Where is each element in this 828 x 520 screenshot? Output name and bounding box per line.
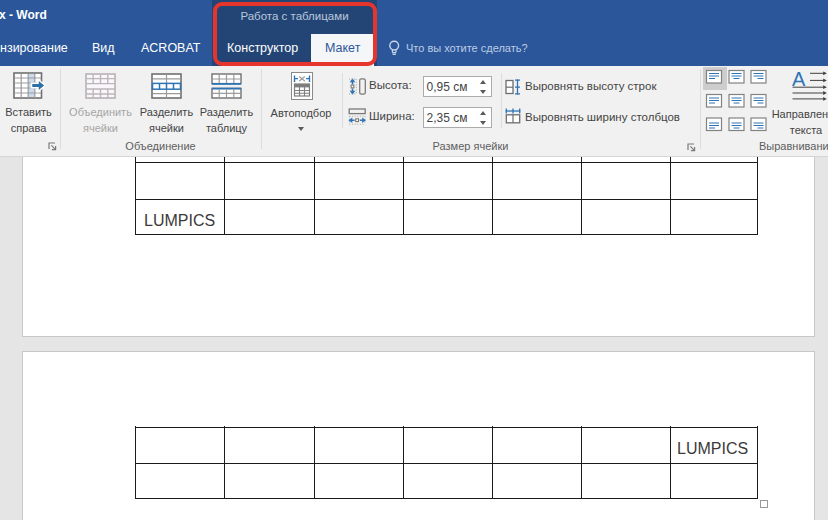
- svg-text:А: А: [792, 68, 806, 90]
